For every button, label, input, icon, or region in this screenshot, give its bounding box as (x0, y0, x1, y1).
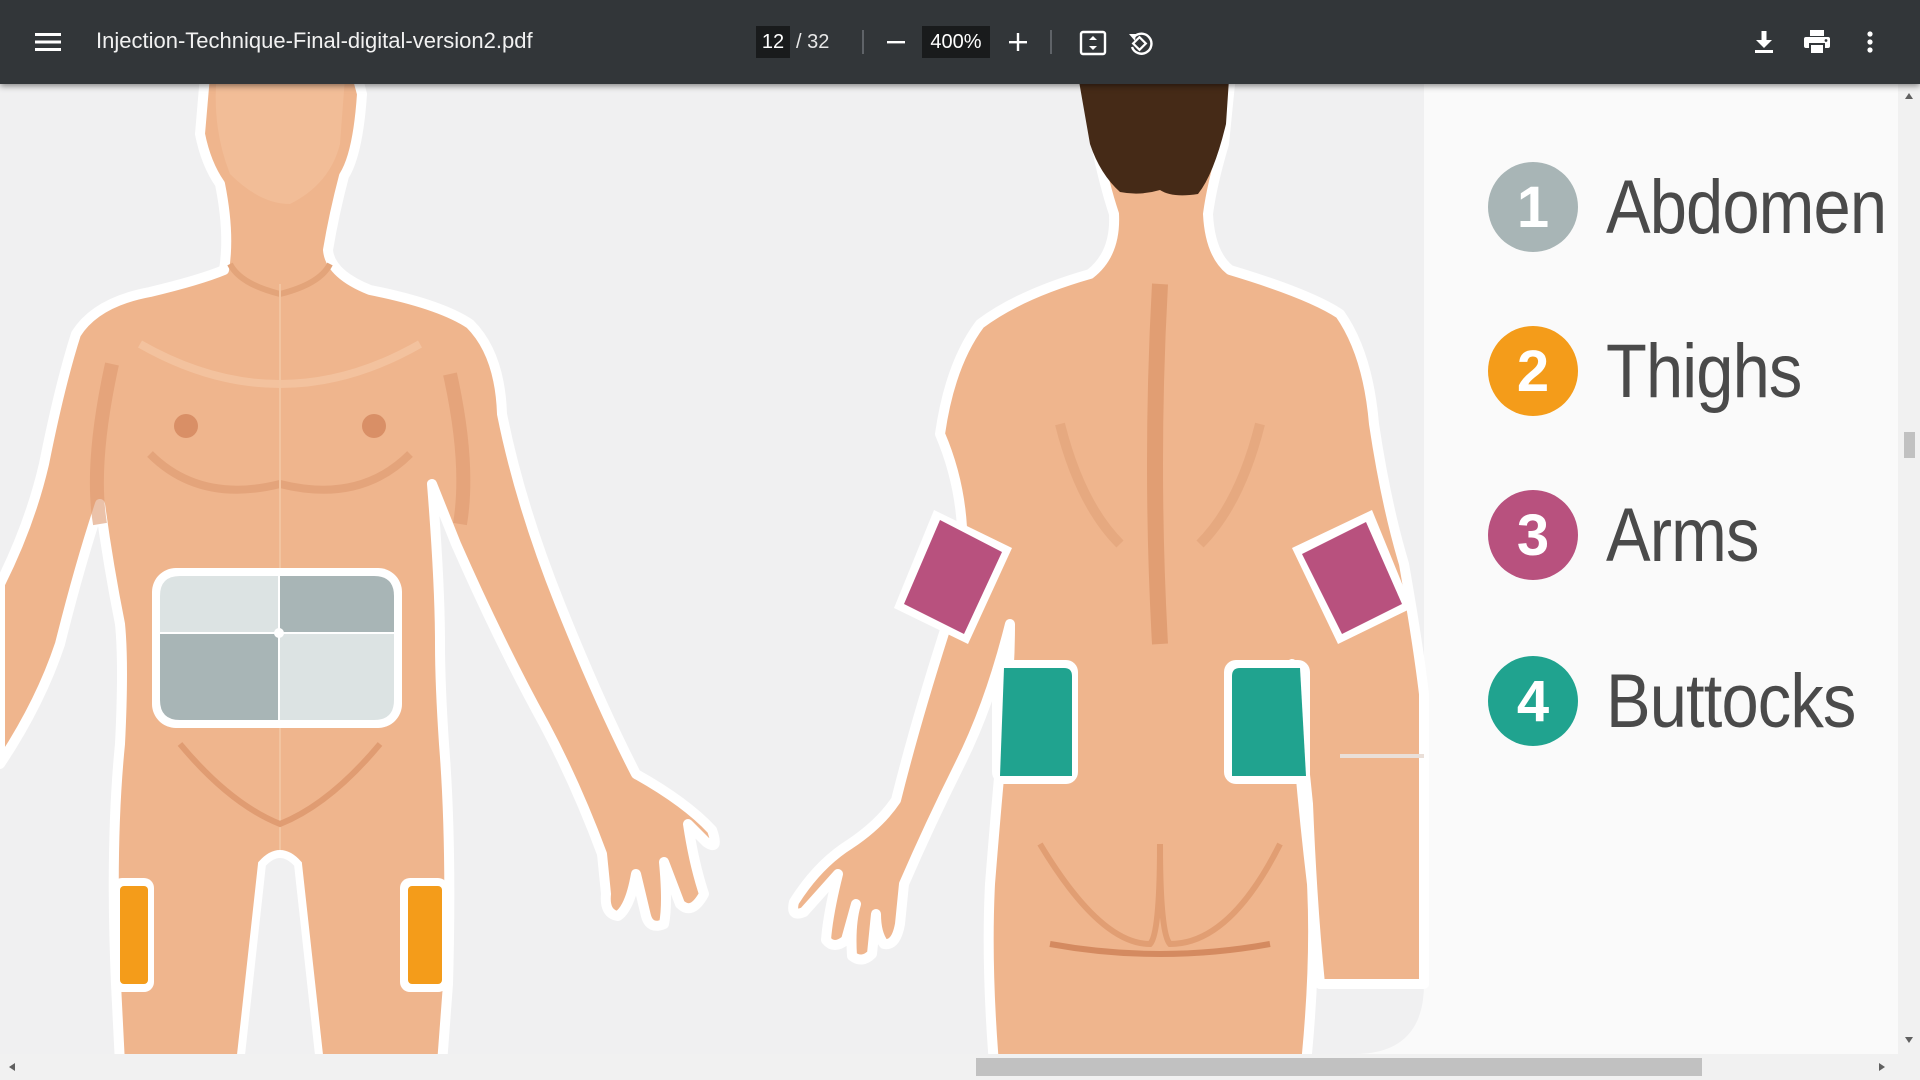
legend-item-arms: 3 Arms (1488, 490, 1779, 580)
buttock-site-marker (992, 660, 1078, 784)
pdf-toolbar: Injection-Technique-Final-digital-versio… (0, 0, 1920, 84)
fit-to-page-button[interactable] (1074, 24, 1112, 62)
legend-label: Thighs (1606, 328, 1802, 414)
print-icon (1804, 30, 1830, 55)
more-options-icon (1867, 31, 1873, 53)
page-total: / 32 (796, 31, 830, 53)
legend-number-badge: 3 (1488, 490, 1578, 580)
legend-number-badge: 2 (1488, 326, 1578, 416)
menu-icon (35, 33, 61, 51)
legend-label: Arms (1606, 492, 1759, 578)
zoom-in-icon (1009, 33, 1027, 51)
document-viewport[interactable]: 1 Abdomen 2 Thighs 3 Arms 4 Buttocks (0, 84, 1898, 1054)
menu-button[interactable] (28, 22, 68, 62)
legend-item-buttocks: 4 Buttocks (1488, 656, 1889, 746)
zoom-out-button[interactable] (878, 24, 914, 60)
horizontal-scrollbar[interactable] (0, 1054, 1920, 1080)
scroll-right-arrow-icon[interactable] (1878, 1062, 1886, 1072)
legend-number-badge: 1 (1488, 162, 1578, 252)
scroll-left-arrow-icon[interactable] (8, 1062, 16, 1072)
legend-label: Buttocks (1606, 658, 1856, 744)
print-button[interactable] (1798, 24, 1836, 60)
legend-item-thighs: 2 Thighs (1488, 326, 1828, 416)
zoom-level-input[interactable] (922, 26, 990, 58)
more-options-button[interactable] (1852, 24, 1888, 60)
toolbar-divider (1050, 30, 1052, 54)
scroll-down-arrow-icon[interactable] (1904, 1036, 1914, 1044)
legend-label: Abdomen (1606, 164, 1887, 250)
download-button[interactable] (1746, 24, 1782, 60)
buttock-site-marker (1224, 660, 1310, 784)
vertical-scrollbar[interactable] (1898, 84, 1920, 1054)
thigh-site-marker (400, 878, 448, 992)
zoom-out-icon (887, 41, 905, 44)
abdomen-site-marker (152, 568, 402, 728)
scroll-up-arrow-icon[interactable] (1904, 92, 1914, 100)
rotate-icon (1129, 32, 1153, 55)
download-icon (1755, 31, 1773, 53)
zoom-in-button[interactable] (1000, 24, 1036, 60)
legend-number-badge: 4 (1488, 656, 1578, 746)
legend-item-abdomen: 1 Abdomen (1488, 162, 1898, 252)
vertical-scroll-thumb[interactable] (1904, 432, 1915, 458)
fit-page-icon (1079, 30, 1107, 56)
document-title: Injection-Technique-Final-digital-versio… (96, 28, 533, 53)
horizontal-scroll-thumb[interactable] (976, 1058, 1702, 1076)
rotate-button[interactable] (1122, 24, 1160, 62)
page-number-input[interactable] (756, 26, 790, 58)
toolbar-divider (862, 30, 864, 54)
thigh-site-marker (112, 878, 154, 992)
